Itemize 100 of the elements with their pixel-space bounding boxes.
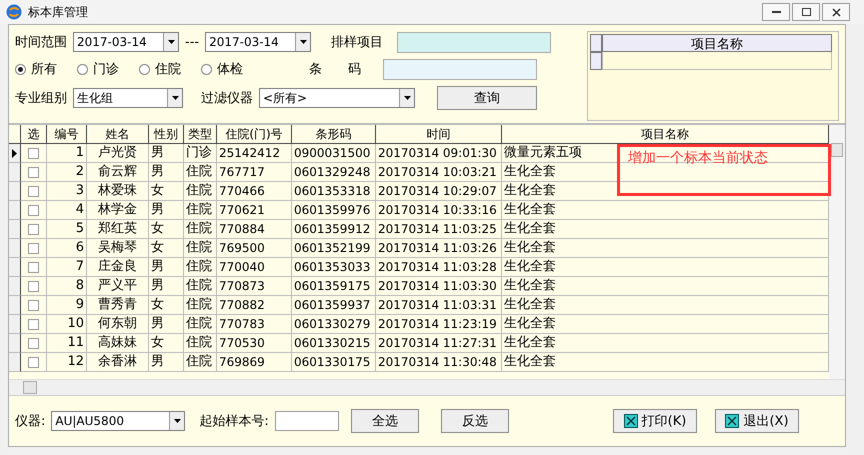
patient-type-radio[interactable]: 所有: [15, 60, 57, 78]
table-cell: 8: [47, 277, 87, 296]
cross-box-icon: [624, 414, 638, 428]
annotation-note: 增加一个标本当前状态: [617, 144, 831, 196]
row-selector[interactable]: [9, 277, 21, 296]
table-cell: 770040: [217, 258, 292, 277]
instrument-label: 仪器:: [15, 413, 46, 430]
patient-type-radio[interactable]: 体检: [201, 60, 243, 78]
row-checkbox[interactable]: [28, 186, 39, 196]
table-cell: 20170314 11:03:25: [376, 220, 502, 239]
table-cell: 女: [149, 334, 184, 353]
horizontal-scrollbar[interactable]: [9, 379, 845, 395]
row-checkbox[interactable]: [28, 262, 39, 272]
table-cell: 0601329248: [292, 163, 376, 182]
column-header: 项目名称: [502, 125, 829, 144]
table-cell: 0900031500: [292, 144, 376, 163]
row-selector[interactable]: [9, 163, 21, 182]
table-cell: 0601330279: [292, 315, 376, 334]
print-button[interactable]: 打印(K): [613, 409, 697, 433]
instrument-filter-dropdown[interactable]: <所有>: [259, 88, 415, 108]
group-label: 专业组别: [15, 90, 67, 107]
table-cell: 770783: [217, 315, 292, 334]
row-checkbox[interactable]: [28, 242, 39, 254]
table-cell: 770466: [217, 182, 292, 201]
table-cell: 男: [149, 201, 184, 220]
table-cell: 余香淋: [87, 353, 149, 372]
row-selector[interactable]: [9, 315, 21, 334]
select-all-button[interactable]: 全选: [350, 409, 419, 433]
instrument-dropdown[interactable]: AU|AU5800: [51, 411, 186, 431]
row-selector[interactable]: [9, 239, 21, 258]
row-selector[interactable]: [9, 296, 21, 315]
table-cell: 769869: [217, 353, 292, 372]
table-cell: 0601353318: [292, 182, 376, 201]
column-header: 条形码: [292, 125, 376, 144]
barcode-field[interactable]: [383, 58, 537, 80]
app-logo-icon: [6, 4, 22, 20]
maximize-button[interactable]: [792, 3, 820, 21]
invert-selection-button[interactable]: 反选: [440, 409, 509, 433]
close-button[interactable]: [822, 3, 850, 21]
row-checkbox[interactable]: [28, 300, 39, 310]
patient-type-radio[interactable]: 门诊: [77, 60, 119, 78]
table-cell: 0601352199: [292, 239, 376, 258]
table-cell: 女: [149, 182, 184, 201]
row-selector[interactable]: [9, 334, 21, 353]
table-cell: 3: [47, 182, 87, 201]
column-header: 姓名: [87, 125, 149, 144]
vertical-scrollbar[interactable]: [829, 125, 845, 379]
table-cell: 住院: [184, 296, 217, 315]
row-selector[interactable]: [9, 353, 21, 372]
table-cell: 住院: [184, 277, 217, 296]
table-cell: 女: [149, 296, 184, 315]
row-selector[interactable]: [9, 201, 21, 220]
table-cell: 生化全套: [502, 334, 829, 353]
start-number-field[interactable]: [274, 411, 339, 431]
row-checkbox[interactable]: [28, 148, 39, 158]
table-cell: 20170314 11:03:26: [376, 239, 502, 258]
header-corner: [590, 34, 602, 52]
row-checkbox[interactable]: [28, 280, 39, 292]
table-cell: 住院: [184, 182, 217, 201]
dropdown-arrow-icon: [174, 419, 181, 423]
table-cell: 7: [47, 258, 87, 277]
current-row-icon: [12, 148, 17, 158]
table-cell: 男: [149, 277, 184, 296]
table-cell: 9: [47, 296, 87, 315]
table-cell: 0601359912: [292, 220, 376, 239]
row-checkbox[interactable]: [28, 318, 39, 330]
exit-button[interactable]: 退出(X): [715, 409, 799, 433]
minimize-button[interactable]: [762, 3, 790, 21]
table-cell: 生化全套: [502, 201, 829, 220]
cross-box-icon: [725, 414, 740, 428]
row-checkbox[interactable]: [28, 224, 39, 234]
date-to-dropdown[interactable]: 2017-03-14: [205, 32, 312, 52]
table-cell: 庄金良: [87, 258, 149, 277]
patient-type-radio[interactable]: 住院: [139, 60, 181, 78]
minimize-icon: [772, 11, 780, 13]
column-header: 类型: [184, 125, 217, 144]
table-cell: 生化全套: [502, 277, 829, 296]
row-checkbox[interactable]: [28, 204, 39, 216]
table-cell: 住院: [184, 353, 217, 372]
date-from-dropdown[interactable]: 2017-03-14: [73, 32, 179, 52]
table-cell: 20170314 11:03:31: [376, 296, 502, 315]
table-cell: 0601359976: [292, 201, 376, 220]
group-dropdown[interactable]: 生化组: [73, 88, 183, 108]
sample-item-field[interactable]: [397, 32, 552, 52]
table-cell: 0601330175: [292, 353, 376, 372]
row-checkbox[interactable]: [28, 338, 39, 348]
table-cell: 5: [47, 220, 87, 239]
table-cell: 生化全套: [502, 296, 829, 315]
row-selector[interactable]: [9, 220, 21, 239]
table-cell: 住院: [184, 315, 217, 334]
query-button[interactable]: 查询: [437, 86, 537, 110]
row-selector[interactable]: [9, 144, 21, 163]
table-cell: 男: [149, 315, 184, 334]
row-selector[interactable]: [9, 258, 21, 277]
row-checkbox[interactable]: [28, 356, 39, 368]
table-cell: 住院: [184, 239, 217, 258]
row-checkbox[interactable]: [28, 166, 39, 178]
table-cell: 高妹妹: [87, 334, 149, 353]
table-cell: 生化全套: [502, 239, 829, 258]
row-selector[interactable]: [9, 182, 21, 201]
